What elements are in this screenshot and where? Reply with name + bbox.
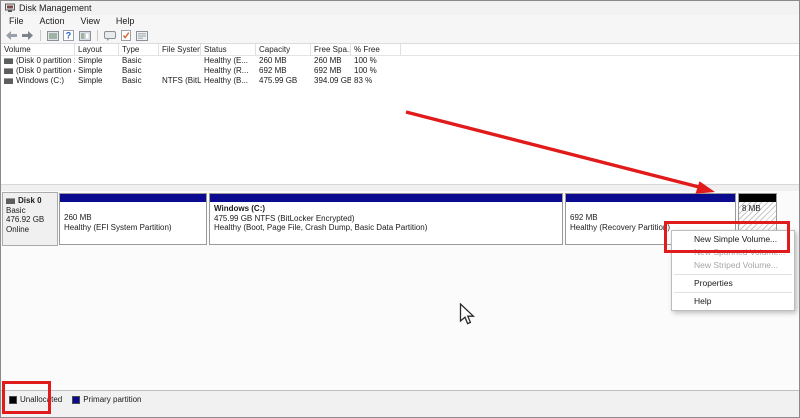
cell-status: Healthy (R... xyxy=(201,66,256,76)
legend-label: Unallocated xyxy=(20,395,62,404)
cell-layout: Simple xyxy=(75,66,119,76)
column-header-filler xyxy=(401,44,799,55)
checklist-icon[interactable] xyxy=(118,29,133,42)
table-row[interactable]: (Disk 0 partition 4) Simple Basic Health… xyxy=(1,66,799,76)
primary-partition-swatch-icon xyxy=(72,396,80,404)
title-bar: Disk Management xyxy=(1,1,799,15)
partition-detail: 475.99 GB NTFS (BitLocker Encrypted) xyxy=(214,214,562,224)
console-window-icon[interactable] xyxy=(45,29,60,42)
volume-list: Volume Layout Type File System Status Ca… xyxy=(1,44,799,184)
cell-capacity: 475.99 GB xyxy=(256,76,311,86)
console-tree-icon[interactable] xyxy=(77,29,92,42)
cell-capacity: 692 MB xyxy=(256,66,311,76)
unallocated-size: 8 MB xyxy=(742,204,761,213)
partition-status: Healthy (EFI System Partition) xyxy=(64,223,206,233)
column-header-layout[interactable]: Layout xyxy=(75,44,119,55)
partition-windows-c[interactable]: Windows (C:) 475.99 GB NTFS (BitLocker E… xyxy=(209,193,563,245)
column-header-volume[interactable]: Volume xyxy=(1,44,75,55)
unallocated-swatch-icon xyxy=(9,396,17,404)
menu-bar: File Action View Help xyxy=(1,15,799,28)
cell-type: Basic xyxy=(119,56,159,66)
volume-name: (Disk 0 partition 4) xyxy=(16,66,75,76)
unallocated-color-band xyxy=(739,194,776,202)
volume-list-header: Volume Layout Type File System Status Ca… xyxy=(1,44,799,56)
cell-free-space: 260 MB xyxy=(311,56,351,66)
partition-size: 260 MB xyxy=(64,213,206,223)
column-header-free-space[interactable]: Free Spa... xyxy=(311,44,351,55)
legend-unallocated: Unallocated xyxy=(9,395,62,404)
cell-layout: Simple xyxy=(75,56,119,66)
context-menu: New Simple Volume... New Spanned Volume.… xyxy=(671,230,795,311)
window-title: Disk Management xyxy=(19,3,92,13)
cell-capacity: 260 MB xyxy=(256,56,311,66)
menu-item-properties[interactable]: Properties xyxy=(672,277,794,290)
table-row[interactable]: Windows (C:) Simple Basic NTFS (BitLo...… xyxy=(1,76,799,86)
menu-item-new-spanned-volume: New Spanned Volume... xyxy=(672,246,794,259)
cell-file-system: NTFS (BitLo... xyxy=(159,76,201,86)
cell-status: Healthy (B... xyxy=(201,76,256,86)
forward-arrow-icon[interactable] xyxy=(20,29,35,42)
partition-size: 692 MB xyxy=(570,213,735,223)
action-pane-icon[interactable] xyxy=(102,29,117,42)
partition-color-band xyxy=(210,194,562,202)
partition-color-band xyxy=(60,194,206,202)
disk-capacity: 476.92 GB xyxy=(6,215,57,225)
toolbar-separator xyxy=(40,30,41,41)
back-arrow-icon[interactable] xyxy=(4,29,19,42)
menu-item-new-striped-volume: New Striped Volume... xyxy=(672,259,794,272)
cell-pct-free: 100 % xyxy=(351,56,401,66)
volume-icon xyxy=(4,68,13,74)
disk-type: Basic xyxy=(6,206,57,216)
menu-item-help[interactable]: Help xyxy=(672,295,794,308)
cell-type: Basic xyxy=(119,76,159,86)
volume-icon xyxy=(4,58,13,64)
help-icon[interactable]: ? xyxy=(61,29,76,42)
column-header-type[interactable]: Type xyxy=(119,44,159,55)
column-header-pct-free[interactable]: % Free xyxy=(351,44,401,55)
volume-name: Windows (C:) xyxy=(16,76,64,86)
legend-label: Primary partition xyxy=(83,395,141,404)
properties-panel-icon[interactable] xyxy=(134,29,149,42)
column-header-status[interactable]: Status xyxy=(201,44,256,55)
disk-management-window: Disk Management File Action View Help ? xyxy=(0,0,800,418)
toolbar-separator xyxy=(97,30,98,41)
cell-pct-free: 83 % xyxy=(351,76,401,86)
menu-action[interactable]: Action xyxy=(32,15,73,28)
partition-status: Healthy (Boot, Page File, Crash Dump, Ba… xyxy=(214,223,562,233)
menu-help[interactable]: Help xyxy=(108,15,143,28)
disk0-label-box[interactable]: Disk 0 Basic 476.92 GB Online xyxy=(2,192,58,246)
cell-free-space: 692 MB xyxy=(311,66,351,76)
cell-pct-free: 100 % xyxy=(351,66,401,76)
volume-name: (Disk 0 partition 1) xyxy=(16,56,75,66)
menu-separator xyxy=(674,274,792,275)
partition-efi[interactable]: 260 MB Healthy (EFI System Partition) xyxy=(59,193,207,245)
disk-status: Online xyxy=(6,225,57,235)
toolbar: ? xyxy=(1,28,799,44)
disk-name: Disk 0 xyxy=(18,196,42,206)
cell-layout: Simple xyxy=(75,76,119,86)
cell-status: Healthy (E... xyxy=(201,56,256,66)
legend-primary-partition: Primary partition xyxy=(72,395,141,404)
column-header-capacity[interactable]: Capacity xyxy=(256,44,311,55)
cell-free-space: 394.09 GB xyxy=(311,76,351,86)
app-icon xyxy=(5,3,15,13)
legend-bar: Unallocated Primary partition xyxy=(1,390,799,418)
partition-color-band xyxy=(566,194,735,202)
cell-type: Basic xyxy=(119,66,159,76)
svg-text:?: ? xyxy=(66,31,72,41)
menu-separator xyxy=(674,292,792,293)
disk-icon xyxy=(6,198,15,204)
menu-file[interactable]: File xyxy=(1,15,32,28)
column-header-file-system[interactable]: File System xyxy=(159,44,201,55)
volume-icon xyxy=(4,78,13,84)
partition-name: Windows (C:) xyxy=(214,204,562,214)
menu-view[interactable]: View xyxy=(73,15,108,28)
menu-item-new-simple-volume[interactable]: New Simple Volume... xyxy=(672,233,794,246)
table-row[interactable]: (Disk 0 partition 1) Simple Basic Health… xyxy=(1,56,799,66)
